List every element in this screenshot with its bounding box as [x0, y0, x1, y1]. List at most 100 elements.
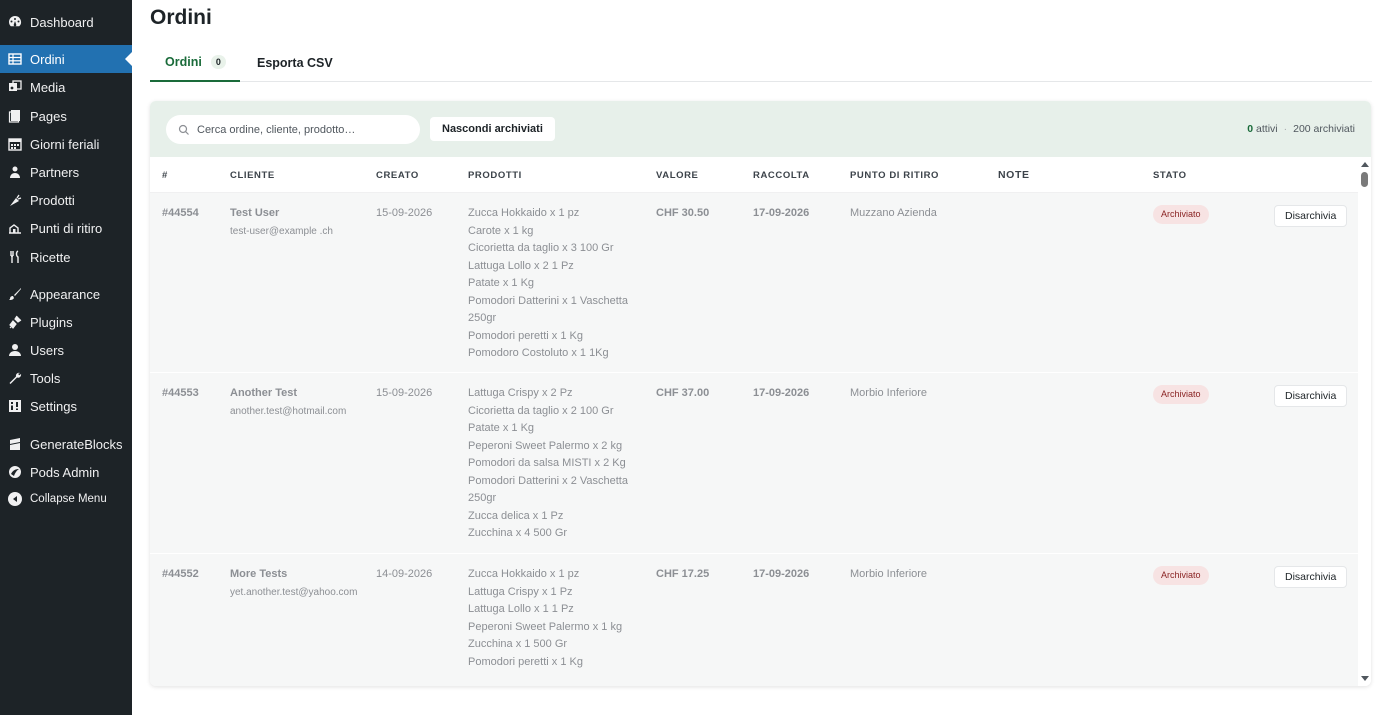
products-list: Zucca Hokkaido x 1 pz Lattuga Crispy x 1… — [468, 566, 638, 671]
column-header-stato[interactable]: STATO — [1153, 170, 1187, 181]
scrollbar-thumb[interactable] — [1361, 172, 1368, 187]
product-item: Pomodori da salsa MISTI x 2 Kg — [468, 457, 626, 469]
tab-bar: Ordini 0 Esporta CSV — [150, 44, 1372, 82]
order-id: #44554 — [162, 207, 199, 219]
active-count: 0 — [1247, 123, 1254, 135]
product-item: Pomodori Datterini x 2 Vaschetta 250gr — [468, 474, 628, 505]
product-item: Zucca Hokkaido x 1 pz — [468, 207, 580, 219]
admin-sidebar: Dashboard Ordini Media Pages Giorni feri… — [0, 0, 132, 715]
active-stat: 0 attivi — [1247, 123, 1277, 135]
sidebar-item-ricette[interactable]: Ricette — [0, 243, 132, 271]
tab-ordini[interactable]: Ordini 0 — [150, 44, 240, 82]
customer-cell: More Tests yet.another.test@yahoo.com — [230, 566, 358, 600]
sidebar-item-giorni-feriali[interactable]: Giorni feriali — [0, 130, 132, 158]
status-badge: Archiviato — [1153, 205, 1209, 224]
main-content: Ordini Ordini 0 Esporta CSV Nascondi arc… — [132, 0, 1400, 715]
media-icon — [8, 80, 22, 94]
sidebar-item-dashboard[interactable]: Dashboard — [0, 8, 132, 36]
customer-name: Test User — [230, 207, 280, 219]
hide-archived-button[interactable]: Nascondi archiviati — [430, 117, 555, 141]
order-id: #44552 — [162, 568, 199, 580]
dashboard-icon — [8, 15, 22, 29]
sidebar-item-label: GenerateBlocks — [30, 436, 123, 452]
search-input[interactable] — [197, 123, 397, 136]
sidebar-item-label: Users — [30, 342, 64, 358]
sidebar-item-users[interactable]: Users — [0, 336, 132, 364]
table-row: #44554 Test User test-user@example .ch 1… — [150, 193, 1358, 373]
action-cell: Disarchivia — [1274, 385, 1348, 407]
search-icon — [178, 124, 190, 136]
column-header-id: # — [162, 170, 168, 181]
column-header-valore[interactable]: VALORE — [656, 170, 698, 181]
created-date: 14-09-2026 — [376, 568, 433, 580]
sidebar-item-pods-admin[interactable]: Pods Admin — [0, 458, 132, 486]
tab-esporta-csv[interactable]: Esporta CSV — [257, 44, 333, 82]
sidebar-item-label: Dashboard — [30, 14, 94, 30]
unarchive-button[interactable]: Disarchivia — [1274, 566, 1348, 588]
utensils-icon — [8, 250, 22, 264]
blocks-icon — [8, 437, 22, 451]
created-date: 15-09-2026 — [376, 387, 433, 399]
order-value: CHF 30.50 — [656, 207, 710, 219]
sidebar-item-partners[interactable]: Partners — [0, 158, 132, 186]
sidebar-item-media[interactable]: Media — [0, 73, 132, 101]
collapse-menu-button[interactable]: Collapse Menu — [0, 485, 132, 513]
table-row: #44552 More Tests yet.another.test@yahoo… — [150, 554, 1358, 686]
sidebar-item-label: Ricette — [30, 249, 71, 265]
sidebar-item-pages[interactable]: Pages — [0, 102, 132, 130]
table-scrollbar[interactable] — [1358, 157, 1371, 686]
search-box[interactable] — [166, 115, 420, 144]
orders-card: Nascondi archiviati 0 attivi · 200 archi… — [150, 101, 1371, 686]
action-cell: Disarchivia — [1274, 205, 1348, 227]
sidebar-item-ordini[interactable]: Ordini — [0, 45, 132, 73]
unarchive-button[interactable]: Disarchivia — [1274, 205, 1348, 227]
product-item: Peperoni Sweet Palermo x 1 kg — [468, 620, 623, 633]
column-header-cliente[interactable]: CLIENTE — [230, 170, 275, 181]
sidebar-item-tools[interactable]: Tools — [0, 364, 132, 392]
sidebar-item-label: Punti di ritiro — [30, 220, 103, 236]
sidebar-item-label: Appearance — [30, 286, 101, 302]
product-item: Lattuga Lollo x 1 1 Pz — [468, 603, 574, 615]
customer-email: another.test@hotmail.com — [230, 405, 347, 417]
product-item: Carote x 1 kg — [468, 224, 534, 237]
product-item: Pomodori Datterini x 1 Vaschetta 250gr — [468, 294, 628, 325]
sidebar-item-punti-di-ritiro[interactable]: Punti di ritiro — [0, 214, 132, 242]
unarchive-button[interactable]: Disarchivia — [1274, 385, 1348, 407]
sidebar-item-label: Settings — [30, 398, 77, 414]
scroll-down-arrow-icon[interactable] — [1361, 676, 1369, 681]
customer-email: test-user@example .ch — [230, 225, 333, 237]
sidebar-item-plugins[interactable]: Plugins — [0, 308, 132, 336]
sidebar-item-label: Plugins — [30, 314, 73, 330]
product-item: Zucchina x 1 500 Gr — [468, 638, 568, 650]
scroll-up-arrow-icon[interactable] — [1361, 162, 1369, 167]
order-id: #44553 — [162, 387, 199, 399]
product-item: Patate x 1 Kg — [468, 422, 535, 434]
calendar-icon — [8, 137, 22, 151]
product-item: Pomodori peretti x 1 Kg — [468, 329, 583, 342]
column-header-raccolta[interactable]: RACCOLTA — [753, 170, 810, 181]
customer-name: More Tests — [230, 568, 288, 580]
column-header-creato[interactable]: CREATO — [376, 170, 419, 181]
product-item: Zucchina x 4 500 Gr — [468, 527, 568, 539]
product-item: Zucca delica x 1 Pz — [468, 509, 564, 522]
sidebar-item-appearance[interactable]: Appearance — [0, 280, 132, 308]
partners-icon — [8, 165, 22, 179]
user-icon — [8, 343, 22, 357]
customer-email: yet.another.test@yahoo.com — [230, 586, 358, 598]
sidebar-item-label: Tools — [30, 370, 61, 386]
sidebar-item-settings[interactable]: Settings — [0, 392, 132, 420]
archived-stat: 200 archiviati — [1293, 123, 1355, 135]
tab-label: Ordini — [165, 55, 202, 69]
table-icon — [8, 52, 22, 66]
sidebar-item-label: Media — [30, 79, 66, 95]
action-cell: Disarchivia — [1274, 566, 1348, 588]
column-header-punto-di-ritiro[interactable]: PUNTO DI RITIRO — [850, 170, 939, 181]
settings-icon — [8, 399, 22, 413]
tab-label: Esporta CSV — [257, 56, 333, 70]
sidebar-item-prodotti[interactable]: Prodotti — [0, 186, 132, 214]
sidebar-item-label: Partners — [30, 164, 80, 180]
pickup-date: 17-09-2026 — [753, 387, 810, 399]
pickup-date: 17-09-2026 — [753, 568, 810, 580]
sidebar-item-label: Collapse Menu — [30, 493, 107, 505]
sidebar-item-generateblocks[interactable]: GenerateBlocks — [0, 430, 132, 458]
